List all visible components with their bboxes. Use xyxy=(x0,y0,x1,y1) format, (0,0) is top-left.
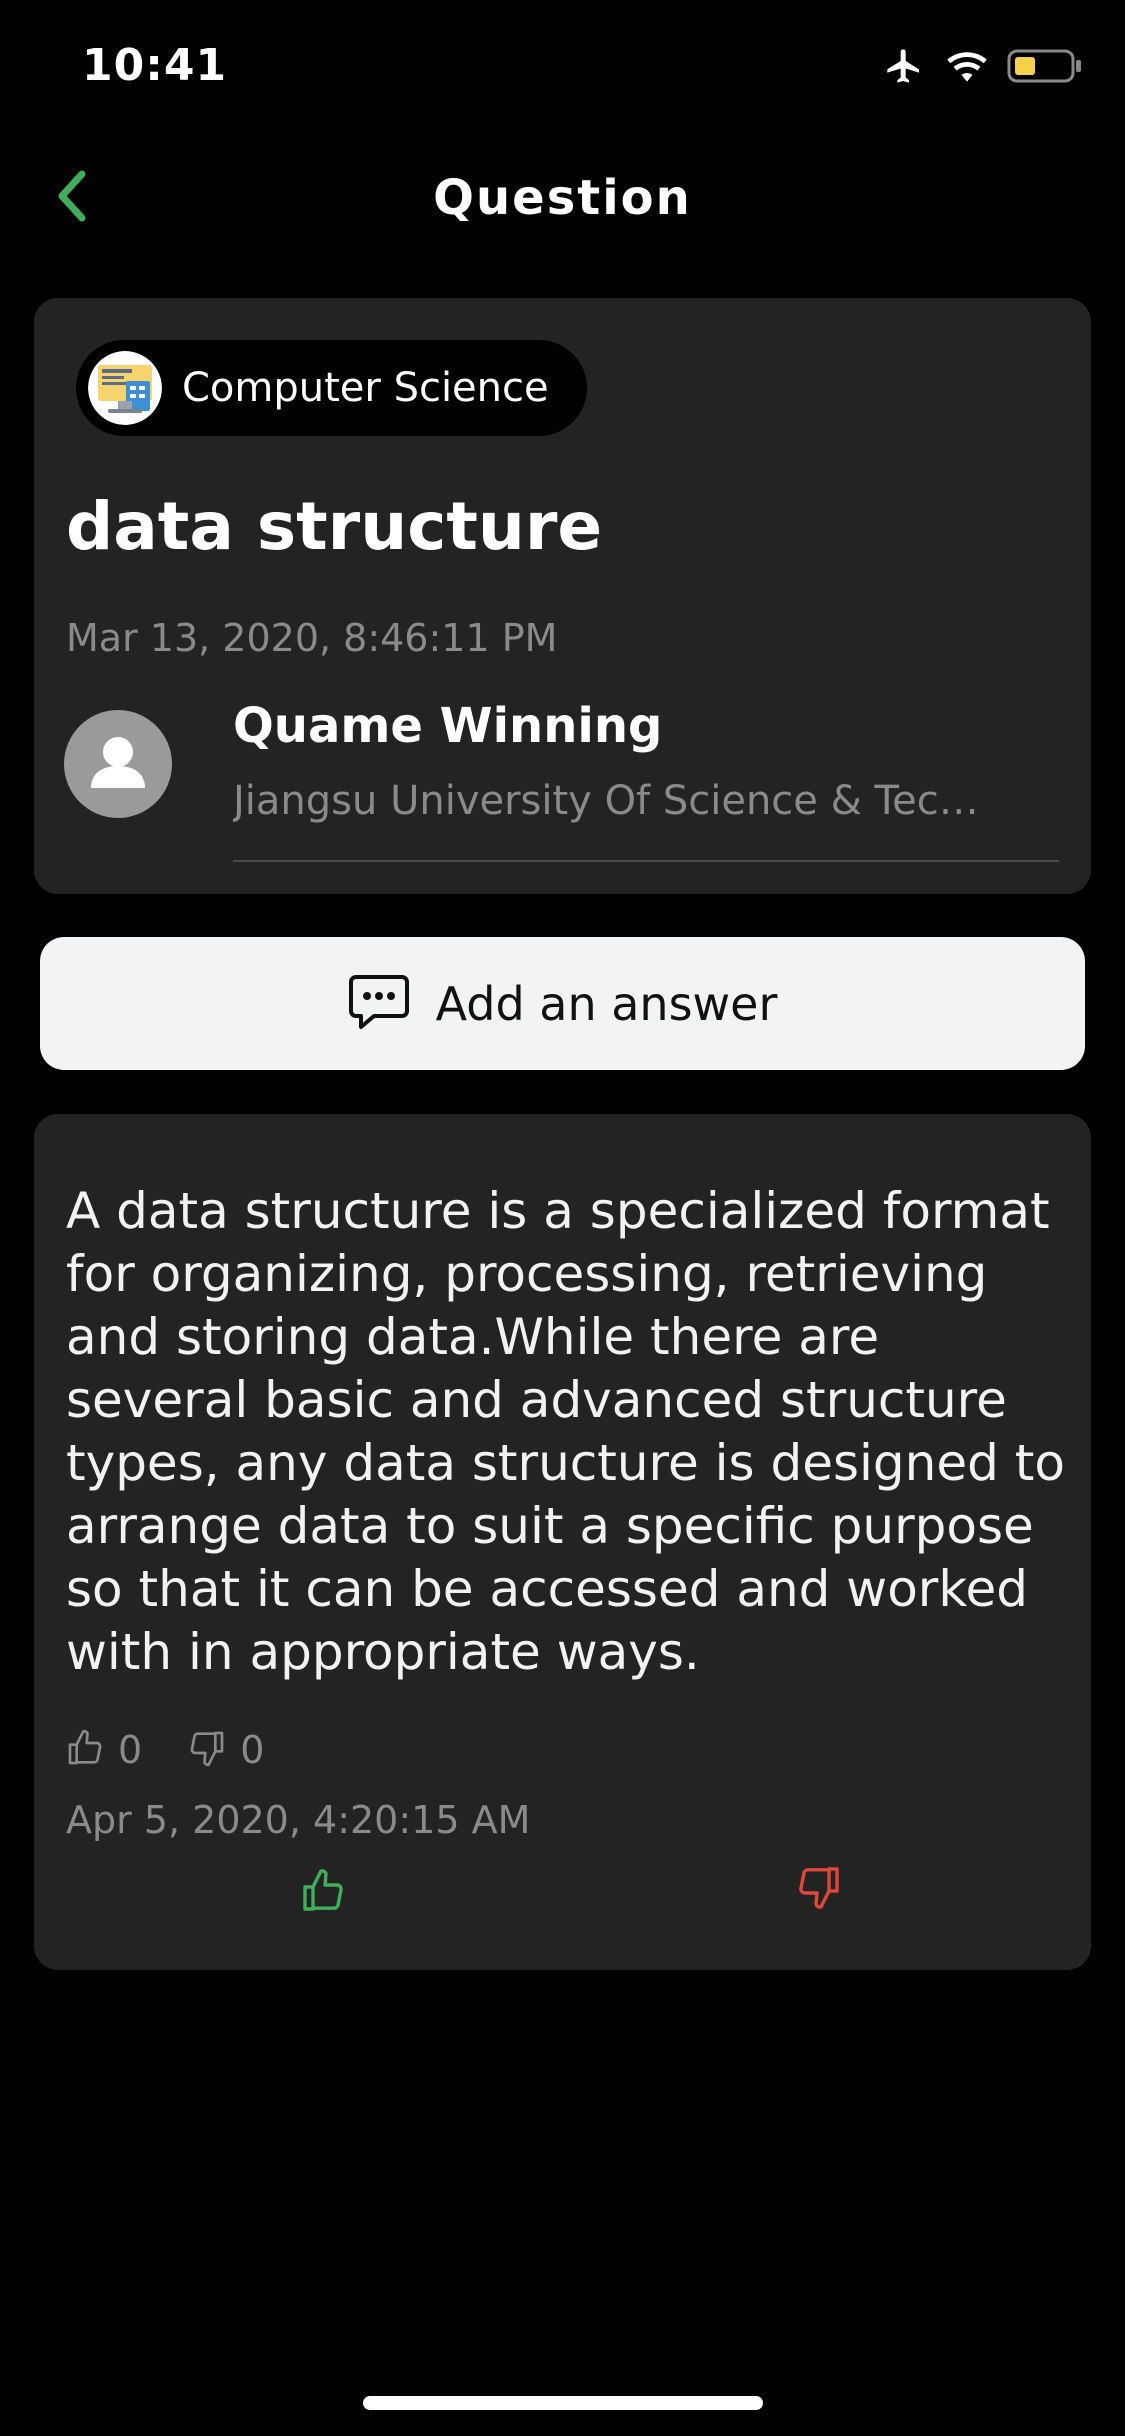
thumbs-up-icon xyxy=(298,1867,348,1919)
comment-dots-icon xyxy=(348,973,410,1035)
thumbs-down-outline-icon xyxy=(186,1728,228,1772)
answer-card: A data structure is a specialized format… xyxy=(34,1114,1091,1970)
author-school: Jiangsu University Of Science & Technolo… xyxy=(233,778,983,824)
airplane-icon xyxy=(881,46,927,90)
user-avatar-icon[interactable] xyxy=(64,710,172,818)
computer-science-icon xyxy=(88,351,162,425)
battery-icon xyxy=(1007,48,1083,88)
add-answer-button[interactable]: Add an answer xyxy=(40,937,1085,1070)
question-date: Mar 13, 2020, 8:46:11 PM xyxy=(66,616,558,660)
dislike-count-group: 0 xyxy=(186,1728,264,1772)
nav-bar: Question xyxy=(0,150,1125,250)
answer-text: A data structure is a specialized format… xyxy=(66,1182,1065,1681)
page-title: Question xyxy=(433,170,692,226)
status-icons xyxy=(881,46,1083,90)
answer-date: Apr 5, 2020, 4:20:15 AM xyxy=(66,1798,531,1842)
question-title: data structure xyxy=(66,488,603,565)
like-count: 0 xyxy=(118,1728,143,1772)
author-name[interactable]: Quame Winning xyxy=(233,698,662,754)
divider xyxy=(233,860,1059,862)
category-label: Computer Science xyxy=(182,365,549,411)
question-card: Computer Science data structure Mar 13, … xyxy=(34,298,1091,894)
status-bar: 10:41 xyxy=(0,0,1125,130)
status-time: 10:41 xyxy=(82,40,228,91)
home-indicator[interactable] xyxy=(363,2396,763,2410)
category-chip[interactable]: Computer Science xyxy=(76,340,587,436)
like-count-group: 0 xyxy=(64,1728,142,1772)
downvote-button[interactable] xyxy=(784,1854,854,1924)
wifi-icon xyxy=(945,48,989,88)
dislike-count: 0 xyxy=(240,1728,265,1772)
thumbs-down-icon xyxy=(794,1863,844,1915)
add-answer-label: Add an answer xyxy=(435,976,778,1031)
thumbs-up-outline-icon xyxy=(64,1728,106,1772)
vote-counts: 0 0 xyxy=(64,1728,308,1772)
upvote-button[interactable] xyxy=(288,1858,358,1928)
